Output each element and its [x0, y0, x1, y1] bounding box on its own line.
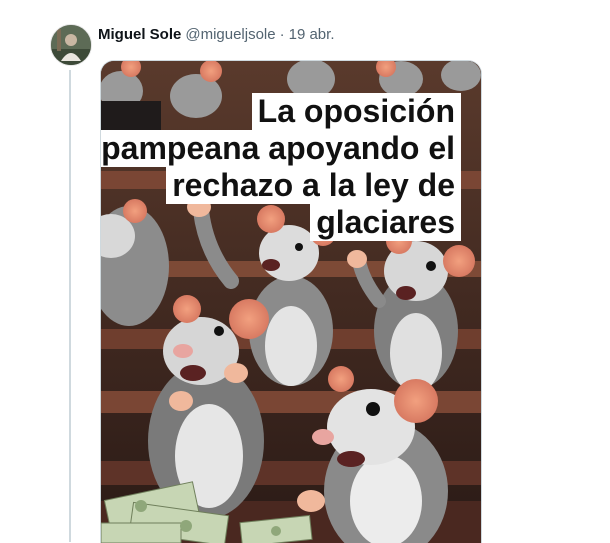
tweet-image[interactable]: La oposición pampeana apoyando el rechaz… [100, 60, 482, 543]
author-name[interactable]: Miguel Sole [98, 26, 181, 43]
caption-line: pampeana apoyando el [101, 130, 461, 167]
caption-line: rechazo a la ley de [166, 167, 461, 204]
caption-line: La oposición [251, 93, 461, 130]
author-avatar[interactable] [50, 24, 92, 66]
image-caption: La oposición pampeana apoyando el rechaz… [101, 93, 461, 241]
thread-connector-line [69, 70, 71, 542]
avatar-photo-icon [51, 25, 91, 65]
caption-line: glaciares [310, 204, 461, 241]
separator-dot: · [279, 25, 285, 43]
author-handle[interactable]: @migueljsole [185, 26, 275, 43]
tweet-header: Miguel Sole @migueljsole · 19 abr. [98, 24, 334, 44]
tweet-date[interactable]: 19 abr. [289, 26, 335, 43]
